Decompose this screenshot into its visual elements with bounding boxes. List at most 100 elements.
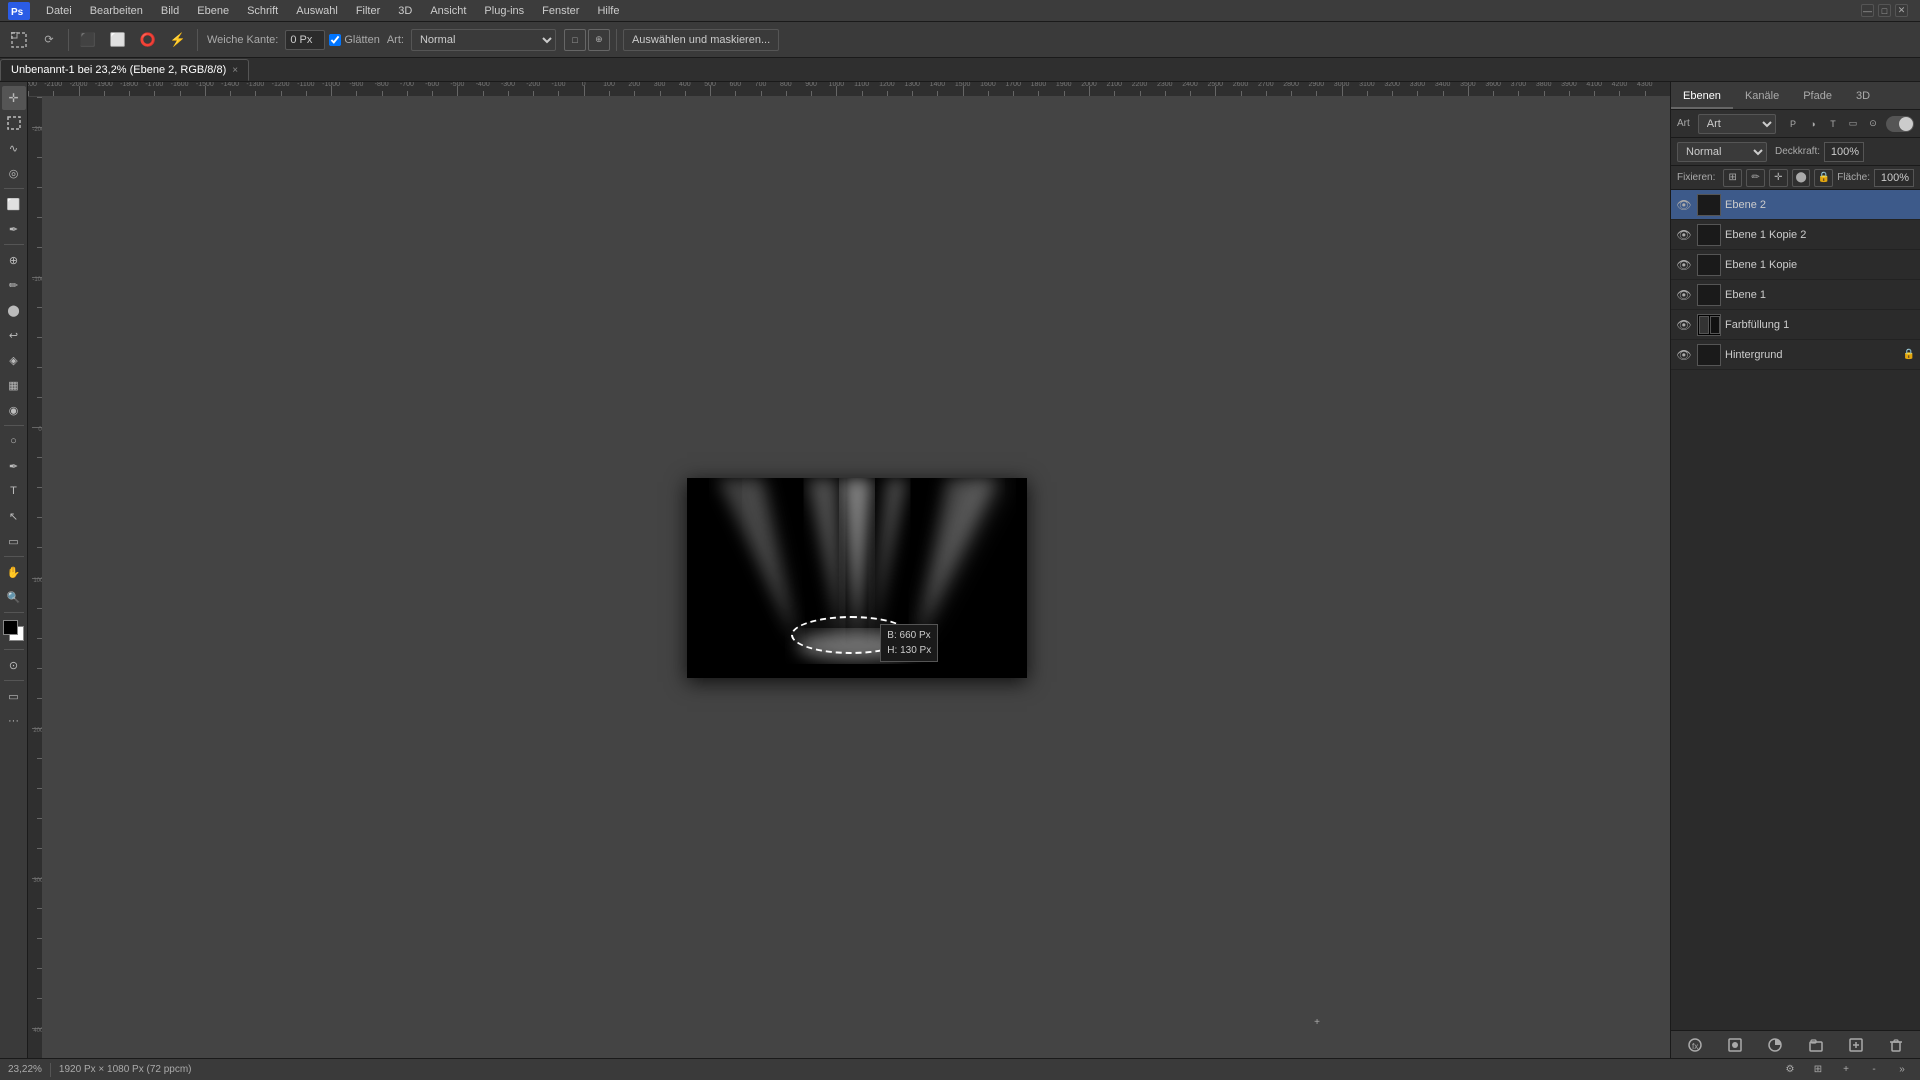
window-maximize[interactable]: □ [1878, 4, 1891, 17]
menu-hilfe[interactable]: Hilfe [589, 3, 627, 19]
color-selector[interactable] [3, 620, 25, 642]
tool-shape[interactable]: ▭ [2, 529, 26, 553]
filter-shape-btn[interactable]: ▭ [1844, 115, 1862, 133]
foreground-color[interactable] [3, 620, 18, 635]
status-settings-btn[interactable]: ⚙ [1780, 1061, 1800, 1079]
tool-hand[interactable]: ✋ [2, 560, 26, 584]
filter-adj-btn[interactable]: ◑ [1804, 115, 1822, 133]
menu-plugins[interactable]: Plug-ins [476, 3, 532, 19]
status-more-btn[interactable]: » [1892, 1061, 1912, 1079]
tool-dodge[interactable]: ○ [2, 429, 26, 453]
selection-tool-icon[interactable] [6, 27, 32, 53]
tool-quick-mask[interactable]: ⊙ [2, 653, 26, 677]
lock-artboard-btn[interactable]: ⬤ [1792, 169, 1811, 187]
canvas-scroll[interactable]: B: 660 Px H: 130 Px + [43, 97, 1670, 1058]
status-zoom-fit-btn[interactable]: ⊞ [1808, 1061, 1828, 1079]
status-zoom-out-btn[interactable]: - [1864, 1061, 1884, 1079]
tool-quick-select[interactable]: ◎ [2, 161, 26, 185]
layer-new-btn[interactable] [1845, 1035, 1867, 1055]
tool-pen[interactable]: ✒ [2, 454, 26, 478]
tool-rect-sel[interactable]: ⬛ [75, 27, 101, 53]
layer-mask-btn[interactable] [1724, 1035, 1746, 1055]
tool-screen-mode[interactable]: ▭ [2, 684, 26, 708]
select-mask-btn[interactable]: Auswählen und maskieren... [623, 29, 779, 51]
document-tab[interactable]: Unbenannt-1 bei 23,2% (Ebene 2, RGB/8/8)… [0, 59, 249, 81]
filter-pixel-btn[interactable]: P [1784, 115, 1802, 133]
filter-toggle[interactable] [1886, 116, 1914, 132]
lock-pixel-btn[interactable]: ✏ [1746, 169, 1765, 187]
tool-brush[interactable]: ✏ [2, 273, 26, 297]
tool-gradient[interactable]: ▦ [2, 373, 26, 397]
layer-fx-btn[interactable]: fx [1684, 1035, 1706, 1055]
tool-magic-wand[interactable]: ⚡ [165, 27, 191, 53]
layer-item-farbfullung[interactable]: 👁 Farbfüllung 1 [1671, 310, 1920, 340]
fill-input[interactable] [1874, 169, 1914, 187]
add-sel-btn[interactable]: ⊕ [588, 29, 610, 51]
filter-smart-btn[interactable]: ⊙ [1864, 115, 1882, 133]
tool-btn-1[interactable]: ⟳ [36, 27, 62, 53]
tool-round-sel[interactable]: ⬜ [105, 27, 131, 53]
tool-eraser[interactable]: ◈ [2, 348, 26, 372]
new-sel-btn[interactable]: □ [564, 29, 586, 51]
menu-fenster[interactable]: Fenster [534, 3, 587, 19]
glatten-checkbox[interactable] [329, 34, 341, 46]
tool-move[interactable]: ✛ [2, 86, 26, 110]
menu-datei[interactable]: Datei [38, 3, 80, 19]
window-close[interactable]: ✕ [1895, 4, 1908, 17]
menu-bearbeiten[interactable]: Bearbeiten [82, 3, 151, 19]
tab-3d[interactable]: 3D [1844, 85, 1882, 109]
menu-3d[interactable]: 3D [390, 3, 420, 19]
tool-crop[interactable]: ⬜ [2, 192, 26, 216]
layer-delete-btn[interactable] [1885, 1035, 1907, 1055]
blend-mode-select[interactable]: Normal Auflösen Abdunkeln Multiplizieren… [1677, 142, 1767, 162]
tool-eyedrop[interactable]: ✒ [2, 217, 26, 241]
opacity-input[interactable] [1824, 142, 1864, 162]
tab-kanale[interactable]: Kanäle [1733, 85, 1791, 109]
tool-stamp[interactable]: ⬤ [2, 298, 26, 322]
layer-visibility-ebene1k2[interactable]: 👁 [1675, 226, 1693, 244]
tool-type[interactable]: T [2, 479, 26, 503]
layer-item-ebene1k[interactable]: 👁 Ebene 1 Kopie [1671, 250, 1920, 280]
tab-close-btn[interactable]: × [232, 65, 238, 76]
art-select[interactable]: Normal Zu Auswahl hinzufügen Von Auswahl… [411, 29, 556, 51]
layer-group-btn[interactable] [1805, 1035, 1827, 1055]
tool-path-select[interactable]: ↖ [2, 504, 26, 528]
tab-ebenen[interactable]: Ebenen [1671, 85, 1733, 109]
window-minimize[interactable]: — [1861, 4, 1874, 17]
tool-more[interactable]: ··· [2, 709, 26, 733]
layer-lock-icon: 🔒 [1902, 348, 1916, 362]
layer-item-ebene2[interactable]: 👁 Ebene 2 [1671, 190, 1920, 220]
layer-visibility-hintergrund[interactable]: 👁 [1675, 346, 1693, 364]
tool-zoom[interactable]: 🔍 [2, 585, 26, 609]
lock-position-btn[interactable]: ✛ [1769, 169, 1788, 187]
layer-item-ebene1k2[interactable]: 👁 Ebene 1 Kopie 2 [1671, 220, 1920, 250]
menu-auswahl[interactable]: Auswahl [288, 3, 346, 19]
tool-lasso-sel[interactable]: ⭕ [135, 27, 161, 53]
lock-transparent-btn[interactable]: ⊞ [1723, 169, 1742, 187]
menu-ebene[interactable]: Ebene [189, 3, 237, 19]
menu-filter[interactable]: Filter [348, 3, 388, 19]
filter-text-btn[interactable]: T [1824, 115, 1842, 133]
layer-visibility-ebene2[interactable]: 👁 [1675, 196, 1693, 214]
layers-filter-select[interactable]: Art Name Effekt Modus Attribut Farbe [1698, 114, 1776, 134]
layer-adj-btn[interactable] [1764, 1035, 1786, 1055]
tab-pfade[interactable]: Pfade [1791, 85, 1844, 109]
layer-visibility-ebene1[interactable]: 👁 [1675, 286, 1693, 304]
tool-sep-4 [4, 556, 24, 557]
tool-marquee[interactable] [2, 111, 26, 135]
status-zoom-in-btn[interactable]: + [1836, 1061, 1856, 1079]
tool-sep-6 [4, 649, 24, 650]
tool-blur[interactable]: ◉ [2, 398, 26, 422]
layer-item-ebene1[interactable]: 👁 Ebene 1 [1671, 280, 1920, 310]
tool-history[interactable]: ↩ [2, 323, 26, 347]
tool-lasso[interactable]: ∿ [2, 136, 26, 160]
tool-heal[interactable]: ⊕ [2, 248, 26, 272]
menu-bild[interactable]: Bild [153, 3, 187, 19]
menu-schrift[interactable]: Schrift [239, 3, 286, 19]
layer-item-hintergrund[interactable]: 👁 Hintergrund 🔒 [1671, 340, 1920, 370]
lock-all-btn[interactable]: 🔒 [1814, 169, 1833, 187]
layer-visibility-farbfullung[interactable]: 👁 [1675, 316, 1693, 334]
weiche-kante-input[interactable] [285, 30, 325, 50]
layer-visibility-ebene1k[interactable]: 👁 [1675, 256, 1693, 274]
menu-ansicht[interactable]: Ansicht [422, 3, 474, 19]
